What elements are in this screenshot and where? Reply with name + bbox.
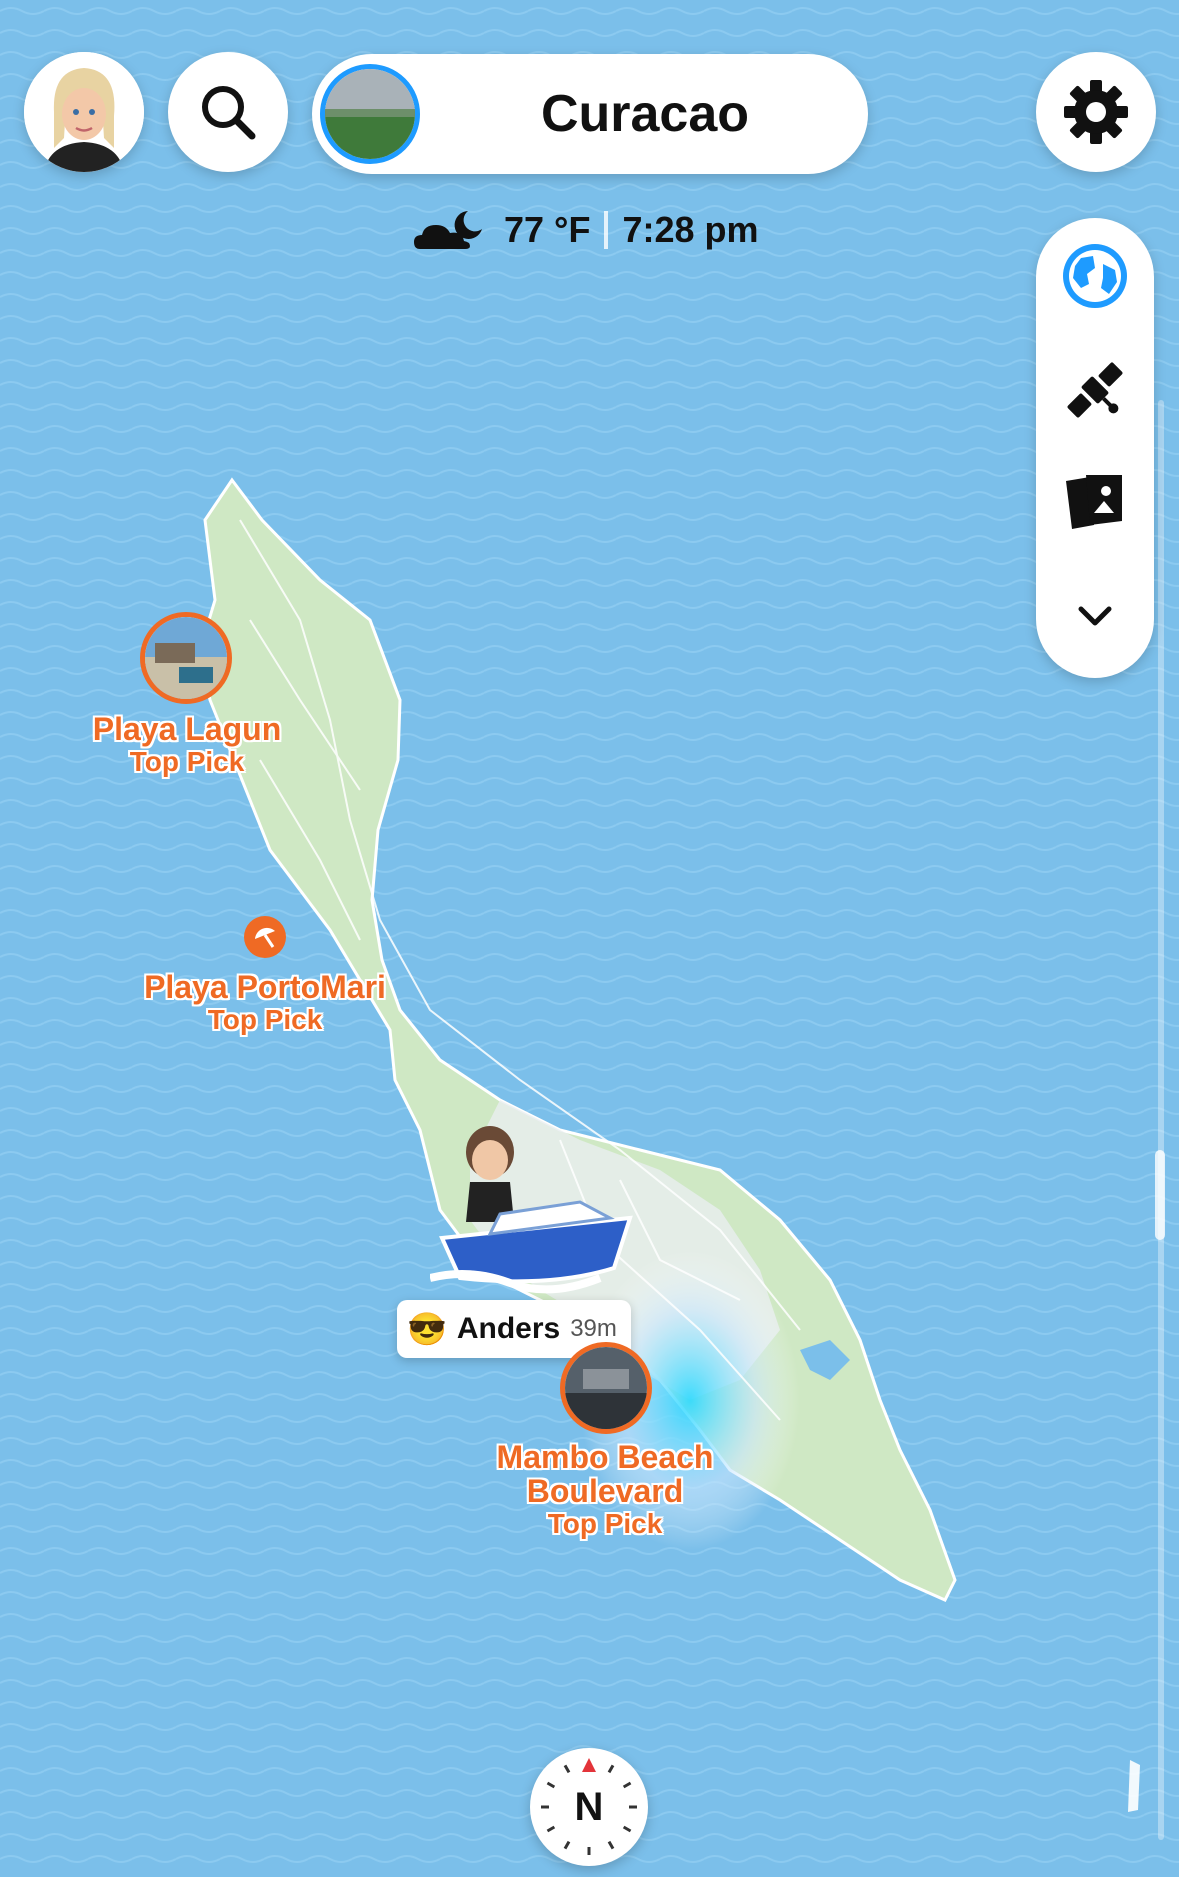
place-photo-image: [565, 1347, 647, 1429]
place-label-playa-lagun[interactable]: Playa Lagun Top Pick: [60, 712, 314, 778]
map-scroll-thumb[interactable]: [1155, 1150, 1165, 1240]
expand-layers-button[interactable]: [1036, 566, 1154, 666]
location-title: Curacao: [540, 85, 750, 143]
partly-cloudy-night-icon: [414, 211, 482, 249]
place-name-line2: Boulevard: [526, 1473, 684, 1509]
bitmoji-avatar-icon: [24, 52, 144, 172]
globe-layer-button[interactable]: [1036, 226, 1154, 326]
compass-north-label: N: [574, 1785, 604, 1829]
location-photo: [325, 69, 415, 159]
place-photo-mambo-beach[interactable]: [560, 1342, 652, 1434]
chevron-down-icon: [1078, 606, 1112, 626]
friend-bitmoji-boat[interactable]: [430, 1118, 640, 1298]
temperature-text: 77 °F: [504, 209, 591, 250]
memories-icon: [1066, 475, 1122, 529]
islet: [1128, 1760, 1140, 1812]
friend-name: Anders: [456, 1312, 561, 1345]
satellite-layer-button[interactable]: [1036, 340, 1154, 440]
map-layers-panel: [1036, 218, 1154, 678]
weather-divider: [604, 211, 609, 249]
friend-status-emoji: 😎: [407, 1311, 447, 1347]
place-name-line1: Mambo Beach: [496, 1439, 714, 1475]
location-header-pill[interactable]: Curacao: [312, 54, 868, 174]
local-time-text: 7:28 pm: [622, 209, 759, 250]
search-icon: [202, 86, 256, 140]
globe-icon: [1063, 244, 1127, 308]
place-tag: Top Pick: [129, 746, 245, 777]
search-button[interactable]: [168, 52, 288, 172]
friend-bitmoji-figure: [466, 1126, 514, 1222]
friend-last-seen: 39m: [570, 1315, 617, 1342]
location-story-thumbnail[interactable]: [320, 64, 420, 164]
beach-umbrella-pin-icon[interactable]: [243, 915, 287, 959]
compass-button[interactable]: N: [530, 1748, 648, 1866]
profile-avatar-button[interactable]: [24, 52, 144, 172]
memories-layer-button[interactable]: [1036, 452, 1154, 552]
place-name: Playa Lagun: [92, 711, 282, 747]
ocean-waves: [0, 0, 1179, 1877]
place-tag: Top Pick: [547, 1508, 663, 1539]
place-label-mambo-beach[interactable]: Mambo Beach Boulevard Top Pick: [480, 1440, 730, 1540]
place-photo-playa-lagun[interactable]: [140, 612, 232, 704]
place-tag: Top Pick: [207, 1004, 323, 1035]
place-name: Playa PortoMari: [144, 969, 386, 1005]
satellite-icon: [1067, 362, 1123, 418]
settings-button[interactable]: [1036, 52, 1156, 172]
map-canvas[interactable]: [0, 0, 1179, 1877]
gear-icon: [1064, 80, 1128, 144]
weather-info: 77 °F 7:28 pm: [410, 200, 759, 260]
place-label-playa-portomari[interactable]: Playa PortoMari Top Pick: [130, 970, 400, 1036]
place-photo-image: [145, 617, 227, 699]
map-scroll-track[interactable]: [1158, 400, 1164, 1840]
